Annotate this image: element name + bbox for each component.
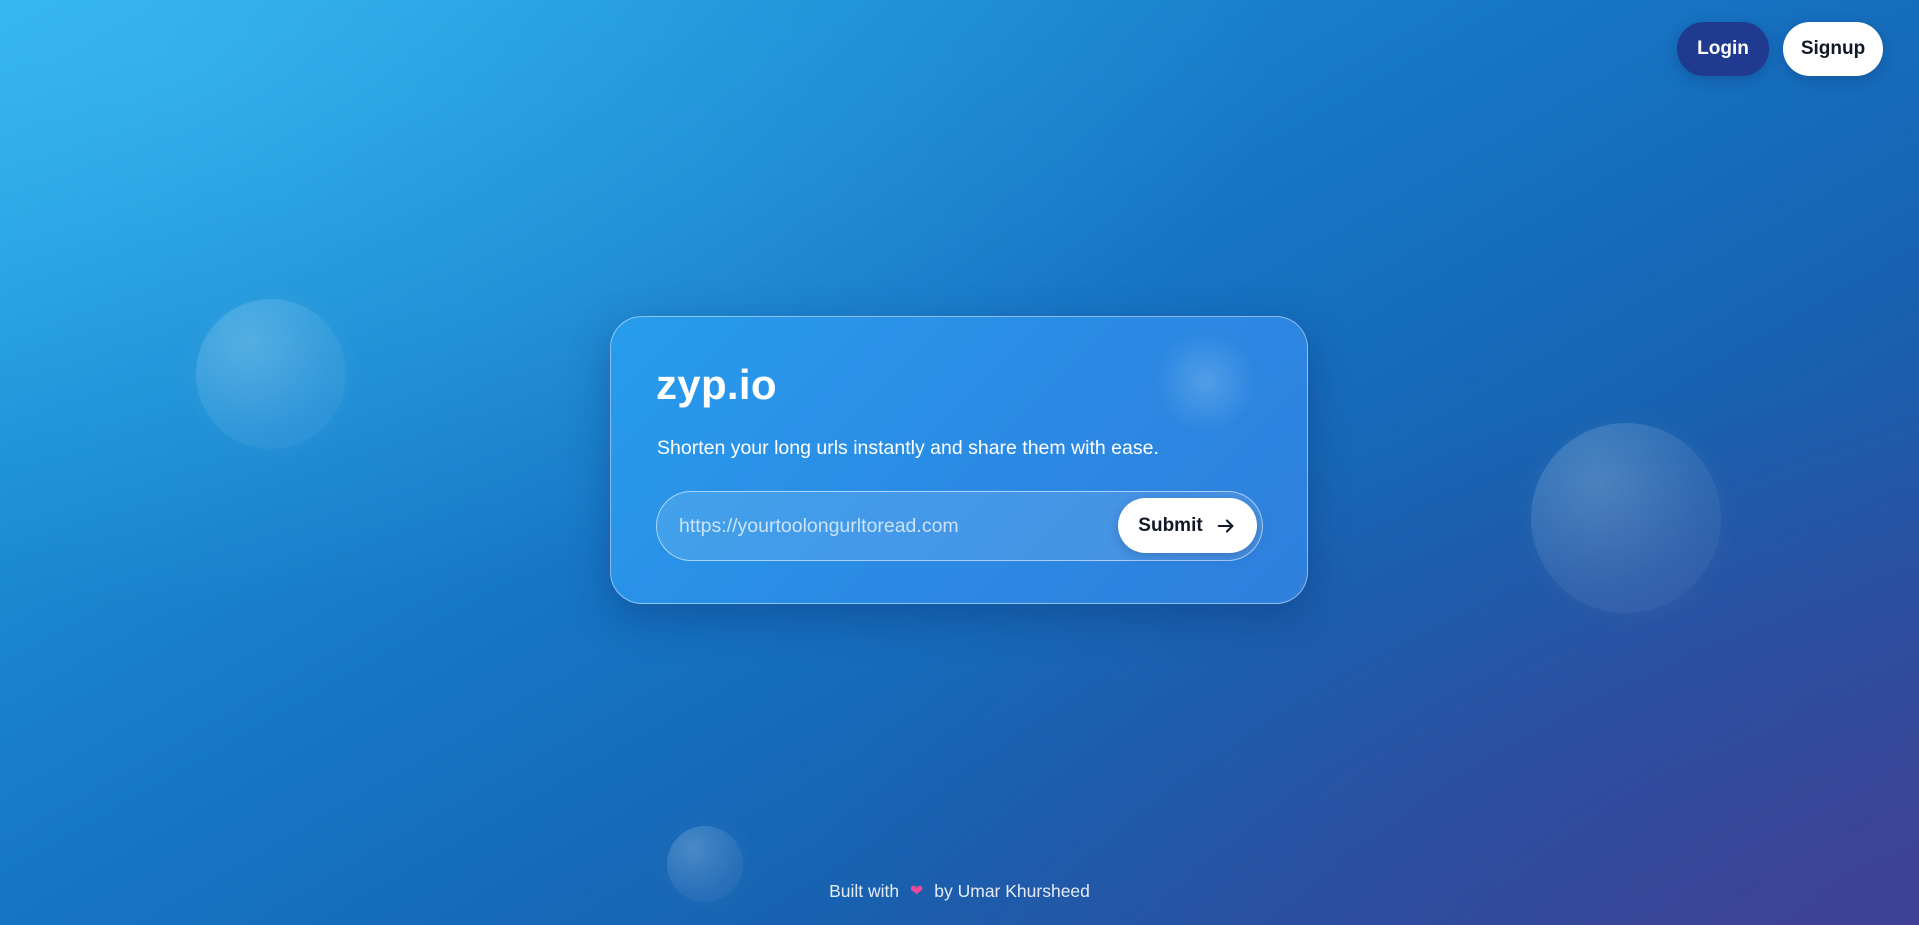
app-title: zyp.io xyxy=(656,361,777,408)
arrow-right-icon xyxy=(1215,515,1237,537)
card-glow-bubble xyxy=(1151,327,1261,437)
footer: Built with ❤ by Umar Khursheed xyxy=(0,880,1919,902)
app-tagline: Shorten your long urls instantly and sha… xyxy=(657,437,1159,459)
login-button[interactable]: Login xyxy=(1677,22,1769,76)
url-input[interactable] xyxy=(677,492,1101,561)
footer-prefix: Built with xyxy=(829,880,900,901)
decorative-bubble xyxy=(1531,423,1721,613)
shorten-url-form: Submit xyxy=(656,491,1263,561)
submit-button[interactable]: Submit xyxy=(1118,498,1257,553)
top-nav: Login Signup xyxy=(1677,22,1883,76)
signup-button[interactable]: Signup xyxy=(1783,22,1883,76)
submit-button-label: Submit xyxy=(1138,514,1203,536)
heart-icon: ❤ xyxy=(909,883,924,901)
footer-author: by Umar Khursheed xyxy=(934,880,1090,901)
decorative-bubble xyxy=(196,299,346,449)
url-shortener-card: zyp.io Shorten your long urls instantly … xyxy=(610,316,1308,604)
